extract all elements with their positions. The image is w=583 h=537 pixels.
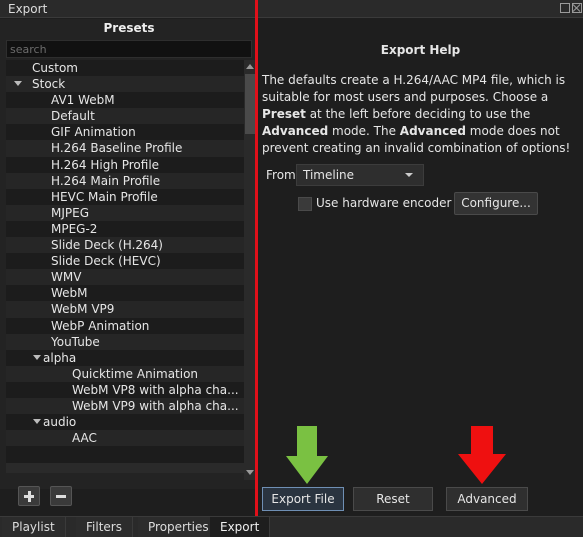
configure-button[interactable]: Configure...	[454, 192, 538, 215]
preset-item[interactable]: H.264 High Profile	[6, 157, 244, 173]
preset-item[interactable]: WMV	[6, 269, 244, 286]
preset-item[interactable]: Default	[6, 108, 244, 125]
from-selected-value: Timeline	[303, 168, 355, 182]
preset-item[interactable]: AV1 WebM	[6, 92, 244, 108]
from-dropdown[interactable]: Timeline	[296, 164, 424, 186]
preset-item-label: Slide Deck (H.264)	[51, 238, 163, 253]
red-down-arrow-icon	[458, 426, 506, 484]
preset-item[interactable]: GIF Animation	[6, 124, 244, 140]
float-icon[interactable]	[560, 3, 570, 13]
tab-filters[interactable]: Filters	[76, 517, 133, 537]
preset-item-label: WebM VP9	[51, 302, 115, 317]
preset-item[interactable]: alpha	[6, 350, 244, 366]
preset-item-label: Custom	[32, 61, 78, 75]
export-file-button[interactable]: Export File	[262, 487, 344, 511]
presets-title: Presets	[103, 21, 155, 35]
preset-item[interactable]: WebM VP9	[6, 301, 244, 318]
preset-item[interactable]: Slide Deck (H.264)	[6, 237, 244, 254]
preset-item[interactable]: Stock	[6, 76, 244, 93]
presets-hscrollbar[interactable]	[6, 463, 244, 473]
preset-item[interactable]: MJPEG	[6, 204, 244, 221]
preset-item[interactable]: MPEG-2	[6, 221, 244, 237]
chevron-down-icon	[405, 173, 413, 177]
green-down-arrow-icon	[286, 426, 328, 484]
preset-item[interactable]: WebP Animation	[6, 318, 244, 334]
preset-item-label: audio	[43, 415, 77, 430]
tab-playlist[interactable]: Playlist	[2, 517, 66, 537]
preset-item-label: Quicktime Animation	[72, 366, 199, 381]
add-preset-button[interactable]	[18, 486, 40, 506]
preset-item-label: Stock	[32, 77, 66, 92]
scroll-up-icon[interactable]	[246, 64, 254, 69]
preset-item[interactable]: H.264 Main Profile	[6, 172, 244, 189]
presets-tree[interactable]: Custom Stock AV1 WebM Default GIF Animation H…	[6, 60, 244, 463]
hardware-encoder-label: Use hardware encoder	[316, 196, 452, 210]
preset-item-label: MPEG-2	[51, 221, 98, 236]
preset-item-label: WebM VP9 with alpha cha...	[72, 398, 239, 413]
preset-item[interactable]: WebM VP8 with alpha cha...	[6, 382, 244, 398]
preset-item[interactable]: Custom	[6, 60, 244, 76]
preset-item[interactable]: Quicktime Animation	[6, 365, 244, 382]
preset-item-label: Slide Deck (HEVC)	[51, 254, 161, 269]
preset-item[interactable]: HEVC Main Profile	[6, 189, 244, 205]
preset-item-label: H.264 Baseline Profile	[51, 141, 183, 156]
tab-properties[interactable]: Properties	[138, 517, 220, 537]
minus-icon	[56, 495, 66, 498]
search-input[interactable]	[6, 40, 252, 58]
close-icon[interactable]	[572, 3, 582, 13]
preset-item-label: alpha	[43, 350, 77, 365]
preset-item-label: H.264 Main Profile	[51, 173, 161, 188]
preset-item[interactable]: AAC	[6, 430, 244, 447]
help-text: The defaults create a H.264/AAC MP4 file…	[262, 73, 571, 155]
preset-item-label: HEVC Main Profile	[51, 189, 158, 204]
from-label: From	[266, 168, 296, 182]
expand-arrow-icon[interactable]	[14, 81, 22, 87]
help-title: Export Help	[380, 43, 461, 57]
scroll-down-icon[interactable]	[246, 470, 254, 475]
hardware-encoder-checkbox[interactable]	[298, 197, 312, 211]
preset-item-label: Default	[51, 109, 95, 124]
preset-item-label: H.264 High Profile	[51, 157, 160, 172]
window-titlebar: Export	[0, 0, 583, 18]
reset-button[interactable]: Reset	[353, 487, 433, 511]
expand-arrow-icon[interactable]	[33, 354, 41, 360]
red-divider-line	[255, 0, 258, 518]
preset-item-label: WebM	[51, 286, 88, 301]
preset-item[interactable]: YouTube	[6, 333, 244, 350]
preset-item-label: MJPEG	[51, 205, 90, 220]
preset-item[interactable]: WebM VP9 with alpha cha...	[6, 397, 244, 415]
preset-item[interactable]: H.264 Baseline Profile	[6, 140, 244, 157]
remove-preset-button[interactable]	[50, 486, 72, 506]
tab-bar: Playlist Filters Properties Export	[0, 516, 583, 537]
preset-item[interactable]: WebM	[6, 285, 244, 301]
scroll-thumb[interactable]	[245, 74, 255, 134]
preset-item-label: GIF Animation	[51, 125, 136, 140]
preset-item-label: AAC	[72, 431, 97, 446]
expand-arrow-icon[interactable]	[33, 419, 41, 425]
preset-item[interactable]: Slide Deck (HEVC)	[6, 253, 244, 269]
preset-item-label: YouTube	[51, 334, 100, 349]
preset-item-label: WebM VP8 with alpha cha...	[72, 382, 239, 397]
tab-export[interactable]: Export	[210, 517, 271, 537]
preset-item-label: WMV	[51, 270, 82, 285]
preset-item-label: WebP Animation	[51, 318, 150, 333]
preset-item[interactable]: audio	[6, 414, 244, 430]
export-help-panel: Export Help The defaults create a H.264/…	[258, 19, 583, 489]
window-title: Export	[8, 2, 48, 16]
advanced-button[interactable]: Advanced	[446, 487, 528, 511]
preset-item-label: AV1 WebM	[51, 93, 115, 108]
